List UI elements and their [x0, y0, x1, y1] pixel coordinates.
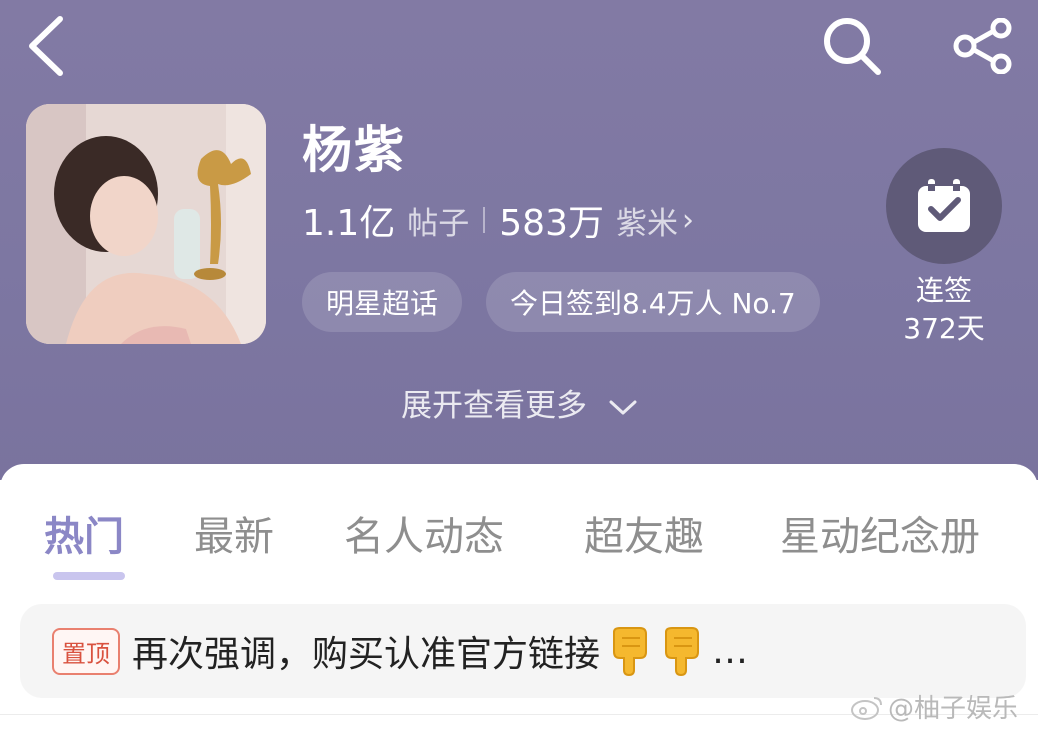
pinned-post-text: 再次强调，购买认准官方链接	[132, 634, 601, 675]
calendar-check-icon	[918, 179, 970, 232]
active-tab-indicator	[53, 572, 125, 580]
back-button[interactable]	[14, 10, 78, 82]
posts-unit: 帖子	[407, 205, 470, 242]
watermark-text: @柚子娱乐	[888, 694, 1019, 724]
topic-avatar[interactable]	[26, 104, 266, 344]
checkin-button[interactable]	[886, 148, 1002, 264]
expand-more-label: 展开查看更多	[401, 388, 588, 424]
chevron-right-icon: ›	[681, 202, 694, 238]
avatar-photo	[26, 104, 266, 344]
chip-checkin-stats[interactable]: 今日签到8.4万人 No.7	[486, 272, 820, 332]
stats-divider	[483, 207, 486, 233]
chevron-down-icon	[609, 400, 637, 414]
checkin-streak: 连签 372天	[880, 272, 1008, 348]
checkin-streak-label: 连签	[915, 274, 972, 307]
share-button[interactable]	[944, 10, 1024, 82]
tab-fun[interactable]: 超友趣	[584, 504, 704, 562]
tab-bar: 热门 最新 名人动态 超友趣 星动纪念册	[0, 504, 1038, 560]
back-arrow-icon	[29, 16, 63, 76]
weibo-logo-icon	[851, 696, 882, 720]
checkin-streak-days: 372天	[903, 312, 985, 345]
fans-count: 583万	[499, 203, 604, 244]
topic-title: 杨紫	[302, 121, 406, 179]
pointing-down-hand-icon	[613, 627, 648, 676]
posts-count: 1.1亿	[302, 203, 396, 244]
expand-more-button[interactable]: 展开查看更多	[0, 380, 1038, 425]
tab-celebrity-news[interactable]: 名人动态	[344, 504, 504, 562]
pointing-down-hand-icon	[665, 627, 700, 676]
topic-stats: 1.1亿 帖子 583万 紫米 ›	[302, 194, 694, 246]
search-button[interactable]	[814, 10, 890, 82]
share-icon	[953, 18, 1012, 74]
topic-chips: 明星超话 今日签到8.4万人 No.7	[302, 272, 858, 334]
pinned-badge: 置顶	[52, 627, 120, 675]
tab-hot[interactable]: 热门	[44, 504, 124, 562]
fans-link[interactable]: 583万 紫米 ›	[499, 194, 694, 246]
watermark: @柚子娱乐	[850, 688, 1018, 725]
tab-latest[interactable]: 最新	[194, 504, 274, 562]
pinned-post-ellipsis: …	[712, 630, 749, 672]
topic-header: 杨紫 1.1亿 帖子 583万 紫米 › 明星超话 今日签到8.4万人 No.7…	[0, 0, 1038, 480]
tab-memorial-album[interactable]: 星动纪念册	[780, 504, 980, 562]
fans-unit: 紫米	[615, 205, 678, 242]
search-icon	[824, 18, 881, 75]
chip-star-topic[interactable]: 明星超话	[302, 272, 463, 332]
pinned-post[interactable]: 置顶 再次强调，购买认准官方链接 …	[20, 604, 1026, 698]
